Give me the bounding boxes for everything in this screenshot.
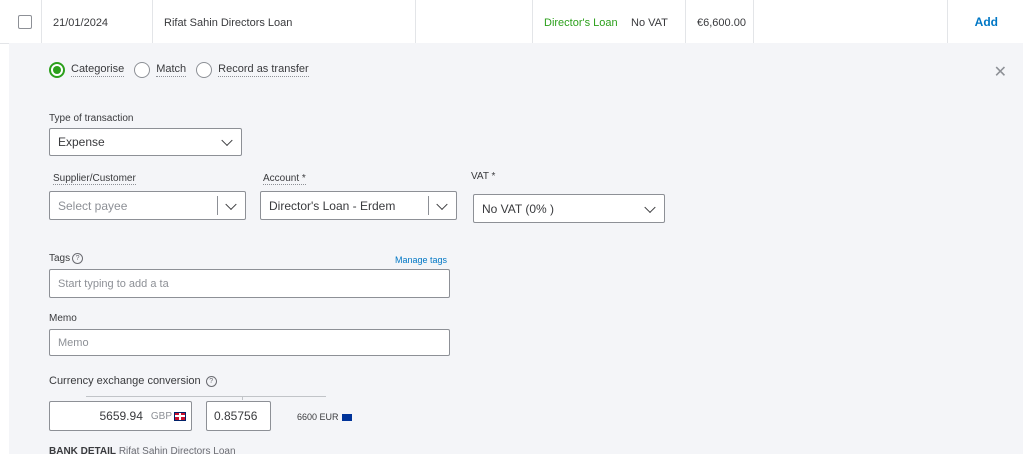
row-amount: €6,600.00 bbox=[697, 17, 746, 29]
bank-detail-value: Rifat Sahin Directors Loan bbox=[118, 446, 236, 457]
payee-placeholder: Select payee bbox=[58, 198, 128, 213]
row-select-checkbox[interactable] bbox=[18, 15, 32, 29]
uk-flag-icon bbox=[174, 411, 186, 421]
conversion-divider-tick bbox=[242, 396, 243, 400]
select-divider bbox=[217, 196, 218, 215]
column-divider bbox=[753, 0, 754, 43]
account-select[interactable]: Director's Loan - Erdem bbox=[260, 191, 457, 220]
transaction-detail-panel: Categorise Match Record as transfer ✕ Ty… bbox=[9, 43, 1023, 457]
categorise-radio[interactable] bbox=[49, 62, 65, 78]
row-category[interactable]: Director's Loan bbox=[544, 17, 618, 29]
vat-select[interactable]: No VAT (0% ) bbox=[473, 194, 665, 223]
column-divider bbox=[152, 0, 153, 43]
chevron-down-icon bbox=[221, 134, 233, 147]
select-divider bbox=[428, 196, 429, 215]
vat-value: No VAT (0% ) bbox=[482, 201, 555, 216]
column-divider bbox=[41, 0, 42, 43]
exchange-rate: 0.85756 bbox=[214, 409, 258, 423]
type-label: Type of transaction bbox=[49, 113, 134, 124]
column-divider bbox=[947, 0, 948, 43]
eur-amount: 6600 EUR bbox=[297, 412, 352, 422]
tags-label: Tags? bbox=[49, 253, 84, 265]
row-date: 21/01/2024 bbox=[53, 17, 109, 29]
bank-detail: BANK DETAIL Rifat Sahin Directors Loan bbox=[49, 446, 236, 457]
close-icon[interactable]: ✕ bbox=[994, 62, 1007, 82]
gbp-code: GBP bbox=[150, 410, 172, 422]
add-button[interactable]: Add bbox=[975, 15, 998, 29]
chevron-down-icon bbox=[644, 201, 656, 213]
bank-detail-label: BANK DETAIL bbox=[49, 446, 117, 457]
chevron-down-icon[interactable] bbox=[225, 198, 237, 210]
account-value: Director's Loan - Erdem bbox=[269, 198, 396, 213]
memo-input[interactable]: Memo bbox=[49, 329, 450, 356]
column-divider bbox=[415, 0, 416, 43]
exchange-rate-input[interactable]: 0.85756 bbox=[206, 401, 271, 431]
help-icon[interactable]: ? bbox=[205, 375, 217, 387]
categorise-label[interactable]: Categorise bbox=[71, 63, 125, 77]
gbp-amount-input[interactable]: 5659.94 GBP bbox=[49, 401, 192, 431]
row-description: Rifat Sahin Directors Loan bbox=[164, 17, 293, 29]
payee-label: Supplier/Customer bbox=[53, 173, 136, 185]
match-label[interactable]: Match bbox=[156, 63, 187, 77]
vat-label: VAT * bbox=[471, 171, 496, 182]
transaction-row[interactable]: 21/01/2024 Rifat Sahin Directors Loan Di… bbox=[0, 0, 1023, 44]
memo-placeholder: Memo bbox=[58, 336, 89, 349]
currency-label-text: Currency exchange conversion bbox=[49, 375, 201, 387]
tags-placeholder: Start typing to add a ta bbox=[58, 277, 169, 290]
column-divider bbox=[532, 0, 533, 43]
conversion-divider bbox=[86, 396, 326, 397]
eu-flag-icon bbox=[341, 414, 352, 422]
column-divider bbox=[685, 0, 686, 43]
match-radio[interactable] bbox=[134, 62, 151, 78]
eur-amount-text: 6600 EUR bbox=[297, 412, 339, 422]
type-select[interactable]: Expense bbox=[49, 128, 242, 156]
record-transfer-radio[interactable] bbox=[196, 62, 213, 78]
mode-radio-group: Categorise Match Record as transfer bbox=[49, 62, 319, 78]
memo-label: Memo bbox=[49, 313, 77, 324]
gbp-amount: 5659.94 bbox=[99, 409, 143, 423]
currency-label: Currency exchange conversion ? bbox=[49, 375, 217, 387]
record-transfer-label[interactable]: Record as transfer bbox=[218, 63, 309, 77]
tags-label-text: Tags bbox=[49, 253, 71, 265]
help-icon[interactable]: ? bbox=[72, 253, 84, 264]
type-value: Expense bbox=[58, 135, 105, 149]
payee-select[interactable]: Select payee bbox=[49, 191, 246, 220]
chevron-down-icon[interactable] bbox=[436, 198, 448, 210]
row-vat: No VAT bbox=[631, 17, 668, 29]
account-label: Account * bbox=[263, 173, 306, 185]
tags-input[interactable]: Start typing to add a ta bbox=[49, 269, 450, 298]
manage-tags-link[interactable]: Manage tags bbox=[395, 255, 447, 265]
